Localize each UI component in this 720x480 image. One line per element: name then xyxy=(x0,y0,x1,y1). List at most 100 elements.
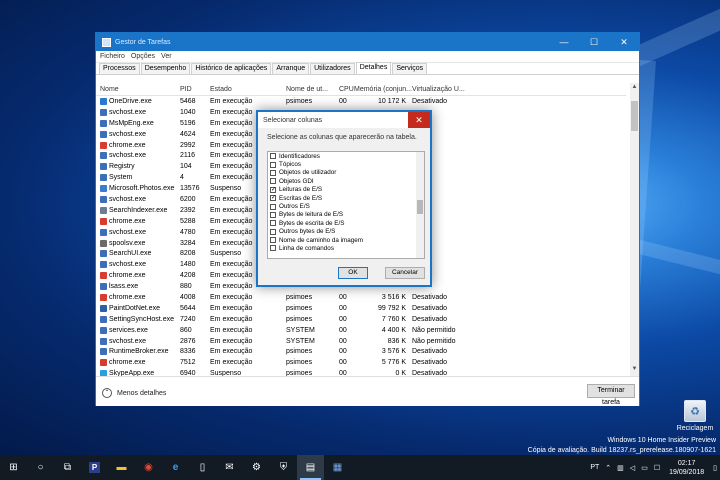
process-virtualization: Desativado xyxy=(412,294,448,302)
tab-startup[interactable]: Arranque xyxy=(272,63,310,74)
process-pid: 8336 xyxy=(180,348,196,356)
column-option[interactable]: Objetos GDI xyxy=(268,177,424,185)
network-icon[interactable]: ▥ xyxy=(617,464,624,472)
process-user: psimoes xyxy=(286,370,313,376)
tab-processes[interactable]: Processos xyxy=(99,63,140,74)
menu-file[interactable]: Ficheiro xyxy=(100,53,125,60)
process-pid: 2876 xyxy=(180,337,196,345)
column-option[interactable]: Objetos de utilizador xyxy=(268,169,424,177)
table-row[interactable]: chrome.exe 7512 Em execução psimoes 00 5 776 … xyxy=(96,357,626,368)
menu-view[interactable]: Ver xyxy=(161,53,172,60)
app-p-icon[interactable]: P xyxy=(81,455,108,480)
dialog-scrollbar[interactable] xyxy=(416,152,424,258)
checkbox-icon[interactable] xyxy=(270,237,276,244)
column-option[interactable]: Outros E/S xyxy=(268,202,424,210)
tab-details[interactable]: Detalhes xyxy=(355,62,392,74)
maximize-button[interactable]: ☐ xyxy=(579,33,609,51)
table-row[interactable]: SettingSyncHost.exe 7240 Em execução psimoe… xyxy=(96,314,626,325)
col-user[interactable]: Nome de ut... xyxy=(286,86,328,93)
tab-services[interactable]: Serviços xyxy=(392,63,428,74)
task-manager-icon[interactable]: ▤ xyxy=(297,455,324,480)
settings-icon[interactable]: ⚙ xyxy=(243,455,270,480)
checkbox-icon[interactable] xyxy=(270,228,276,235)
col-pid[interactable]: PID xyxy=(180,86,192,93)
action-center-icon[interactable]: ▯ xyxy=(713,464,717,472)
edge-icon[interactable]: e xyxy=(162,455,189,480)
col-cpu[interactable]: CPU xyxy=(339,86,354,93)
column-option[interactable]: Identificadores xyxy=(268,152,424,160)
table-row[interactable]: services.exe 860 Em execução SYSTEM 00 4 400 … xyxy=(96,325,626,336)
task-view-icon[interactable]: ⧉ xyxy=(54,455,81,480)
checkbox-icon[interactable] xyxy=(270,220,276,227)
table-row[interactable]: SkypeApp.exe 6940 Suspenso psimoes 00 0 K Desa… xyxy=(96,368,626,376)
column-checklist: Identificadores Tópicos Objetos de utiliza… xyxy=(267,151,425,259)
column-option[interactable]: Nome de caminho da imagem xyxy=(268,236,424,244)
scroll-thumb[interactable] xyxy=(631,101,638,131)
tray-chevron-icon[interactable]: ⌃ xyxy=(605,464,611,472)
column-option[interactable]: ✓ Escritas de E/S xyxy=(268,194,424,202)
title-bar[interactable]: Gestor de Tarefas — ☐ ✕ xyxy=(96,33,639,51)
col-status[interactable]: Estado xyxy=(210,86,232,93)
table-row[interactable]: PaintDotNet.exe 5644 Em execução psimoes 00 9… xyxy=(96,303,626,314)
column-option[interactable]: Outros bytes de E/S xyxy=(268,228,424,236)
process-virtualization: Desativado xyxy=(412,370,448,376)
table-row[interactable]: svchost.exe 2876 Em execução SYSTEM 00 836 K N… xyxy=(96,336,626,347)
notification-icon[interactable]: ☐ xyxy=(654,464,660,472)
checkbox-icon[interactable] xyxy=(270,161,276,168)
column-option-label: Objetos de utilizador xyxy=(279,169,337,177)
cancel-button[interactable]: Cancelar xyxy=(385,267,425,279)
search-icon[interactable]: ○ xyxy=(27,455,54,480)
column-option[interactable]: Bytes de leitura de E/S xyxy=(268,211,424,219)
checkbox-icon[interactable] xyxy=(270,245,276,252)
process-cpu: 00 xyxy=(339,98,347,105)
volume-icon[interactable]: ◁ xyxy=(630,464,635,472)
process-name-text: spoolsv.exe xyxy=(109,239,146,247)
tab-users[interactable]: Utilizadores xyxy=(310,63,355,74)
language-indicator[interactable]: PT xyxy=(590,464,599,471)
checkbox-icon[interactable] xyxy=(270,153,276,160)
col-virtualization[interactable]: Virtualização U... xyxy=(412,86,465,93)
start-icon[interactable]: ⊞ xyxy=(0,455,27,480)
process-status: Em execução xyxy=(210,304,253,312)
battery-icon[interactable]: ▭ xyxy=(641,464,648,472)
minimize-button[interactable]: — xyxy=(549,33,579,51)
file-explorer-icon[interactable]: ▬ xyxy=(108,455,135,480)
table-row[interactable]: chrome.exe 4008 Em execução psimoes 00 3 516 … xyxy=(96,292,626,303)
checkbox-icon[interactable] xyxy=(270,203,276,210)
process-name-text: SkypeApp.exe xyxy=(109,370,155,376)
col-memory[interactable]: Memória (conjun... xyxy=(354,86,412,93)
col-name[interactable]: Nome xyxy=(100,86,119,93)
table-row[interactable]: OneDrive.exe 5468 Em execução psimoes 00 10 1… xyxy=(96,96,626,107)
mail-icon[interactable]: ✉ xyxy=(216,455,243,480)
scroll-down-icon[interactable]: ▼ xyxy=(630,366,639,375)
dialog-scroll-thumb[interactable] xyxy=(417,200,423,214)
fewer-details-button[interactable]: ⌃ Menos detalhes xyxy=(102,388,166,398)
process-status: Em execução xyxy=(210,359,253,367)
column-option[interactable]: Tópicos xyxy=(268,160,424,168)
phone-icon[interactable]: ▯ xyxy=(189,455,216,480)
column-option[interactable]: Linha de comandos xyxy=(268,244,424,252)
close-button[interactable]: ✕ xyxy=(609,33,639,51)
checkbox-icon[interactable] xyxy=(270,169,276,176)
process-name-text: Registry xyxy=(109,163,135,171)
security-icon[interactable]: ⛨ xyxy=(270,455,297,480)
end-task-button[interactable]: Terminar tarefa xyxy=(587,384,635,406)
menu-options[interactable]: Opções xyxy=(131,53,155,60)
table-row[interactable]: RuntimeBroker.exe 8336 Em execução psimoes 0… xyxy=(96,346,626,357)
chrome-icon[interactable]: ◉ xyxy=(135,455,162,480)
checkbox-icon[interactable] xyxy=(270,178,276,185)
column-option[interactable]: Bytes de escrita de E/S xyxy=(268,219,424,227)
dialog-close-button[interactable]: ✕ xyxy=(408,112,430,128)
tab-app-history[interactable]: Histórico de aplicações xyxy=(191,63,272,74)
checkbox-icon[interactable] xyxy=(270,211,276,218)
vertical-scrollbar[interactable]: ▲ ▼ xyxy=(630,83,639,376)
checkbox-checked-icon[interactable]: ✓ xyxy=(270,195,276,202)
tab-performance[interactable]: Desempenho xyxy=(140,63,191,74)
recycle-bin[interactable]: ♻ Reciclagem xyxy=(674,400,716,432)
column-option[interactable]: ✓ Leituras de E/S xyxy=(268,186,424,194)
scroll-up-icon[interactable]: ▲ xyxy=(630,84,639,93)
checkbox-checked-icon[interactable]: ✓ xyxy=(270,186,276,193)
clock[interactable]: 02:17 19/09/2018 xyxy=(669,459,704,477)
ok-button[interactable]: OK xyxy=(338,267,368,279)
paint-icon[interactable]: ▦ xyxy=(324,455,351,480)
